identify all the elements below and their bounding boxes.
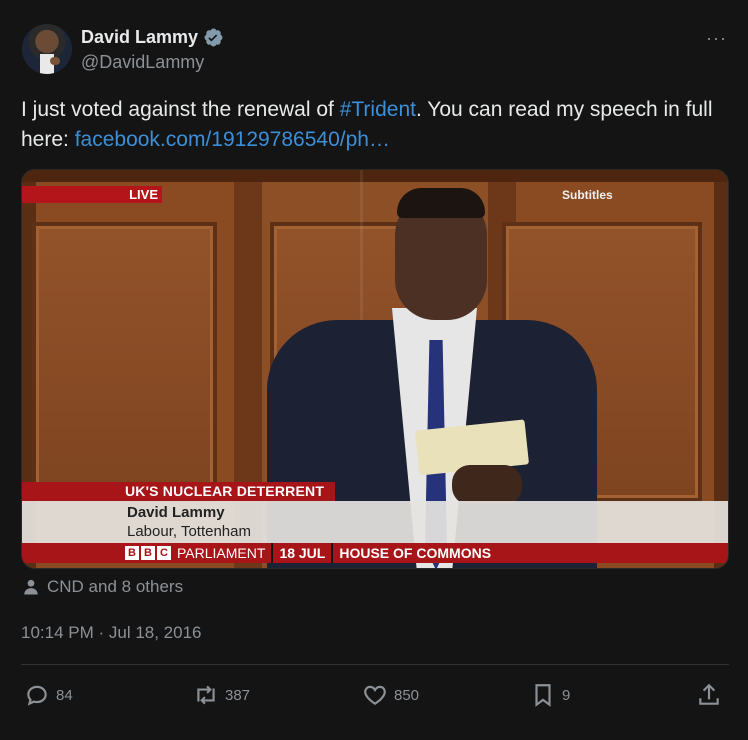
tweet-text-before: I just voted against the renewal of (21, 98, 340, 121)
subtitles-label: Subtitles (562, 188, 613, 202)
bbc-letter: B (141, 546, 155, 560)
topic-banner: UK'S NUCLEAR DETERRENT (22, 482, 335, 501)
share-icon (699, 683, 719, 705)
bbc-logo: B B C (125, 546, 171, 560)
like-count: 850 (394, 686, 420, 704)
lower-third: UK'S NUCLEAR DETERRENT David Lammy Labou… (22, 482, 728, 563)
tweet-text: I just voted against the renewal of #Tri… (21, 95, 721, 155)
bookmark-count: 9 (562, 686, 571, 704)
speaker-name: David Lammy (127, 504, 225, 521)
verified-badge-icon (204, 28, 223, 47)
author-handle[interactable]: @DavidLammy (81, 52, 204, 73)
retweet-button[interactable]: 387 (193, 682, 250, 708)
speaker-nameplate: David Lammy Labour, Tottenham (22, 501, 728, 543)
person-icon (24, 579, 38, 595)
liked-by-text: CND and 8 others (47, 577, 184, 596)
avatar[interactable] (22, 24, 72, 74)
channel-name: PARLIAMENT (177, 545, 266, 561)
author-name[interactable]: David Lammy (81, 27, 198, 48)
venue-label: HOUSE OF COMMONS (339, 545, 492, 561)
share-button[interactable] (696, 682, 722, 708)
retweet-count: 387 (225, 686, 251, 704)
speaker-hair (397, 188, 485, 218)
bookmark-button[interactable]: 9 (530, 682, 570, 708)
bbc-letter: B (125, 546, 139, 560)
reply-button[interactable]: 84 (24, 682, 73, 708)
author-name-row: David Lammy (81, 27, 224, 48)
like-button[interactable]: 850 (362, 682, 419, 708)
tweet-timestamp[interactable]: 10:14 PM · Jul 18, 2016 (21, 623, 202, 643)
facebook-link[interactable]: facebook.com/19129786540/ph… (75, 128, 390, 151)
action-bar: 84 387 850 9 (24, 682, 724, 708)
bookmark-icon (535, 684, 551, 707)
live-badge: LIVE (22, 186, 162, 203)
divider (21, 664, 729, 665)
strip-divider (331, 543, 334, 563)
speaker-role: Labour, Tottenham (127, 523, 251, 540)
tweet-media-image[interactable]: LIVE Subtitles UK'S NUCLEAR DETERRENT Da… (21, 169, 729, 569)
bbc-letter: C (157, 546, 171, 560)
hashtag-link[interactable]: #Trident (340, 98, 416, 121)
heart-icon (364, 685, 386, 705)
channel-strip: B B C PARLIAMENT 18 JUL HOUSE OF COMMONS (22, 543, 728, 563)
strip-divider (271, 543, 274, 563)
reply-icon (27, 685, 47, 706)
reply-count: 84 (56, 686, 73, 704)
wood-panel-left (32, 222, 217, 502)
liked-by-row[interactable]: CND and 8 others (22, 577, 183, 597)
retweet-icon (197, 685, 215, 705)
broadcast-date: 18 JUL (279, 545, 326, 561)
wood-cornice (22, 170, 728, 182)
more-options-icon[interactable]: ··· (706, 28, 727, 49)
avatar-hand (50, 57, 60, 65)
